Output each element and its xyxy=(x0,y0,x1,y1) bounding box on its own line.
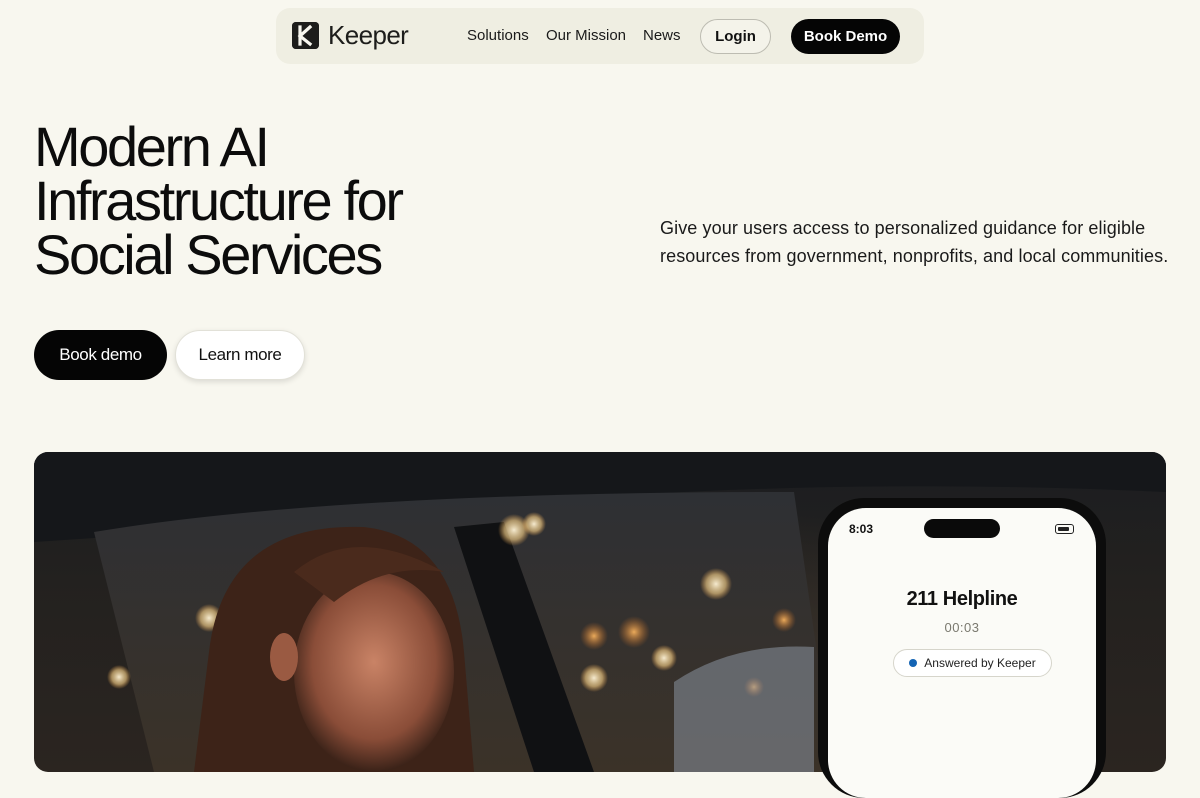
hero-title-line-1: Modern AI xyxy=(34,115,270,178)
phone-screen: 8:03 211 Helpline 00:03 Answered by Keep… xyxy=(828,508,1096,798)
status-dot-icon xyxy=(909,659,918,667)
nav-link-news[interactable]: News xyxy=(643,27,681,45)
login-button[interactable]: Login xyxy=(700,19,771,54)
nav-link-our-mission[interactable]: Our Mission xyxy=(546,27,626,45)
top-nav: Keeper Solutions Our Mission News Login … xyxy=(276,8,924,64)
call-title: 211 Helpline xyxy=(906,588,1018,610)
call-timer: 00:03 xyxy=(944,620,980,635)
hero-subtitle: Give your users access to personalized g… xyxy=(660,218,1169,266)
battery-icon xyxy=(1055,524,1074,534)
hero-title-line-2: Infrastructure for xyxy=(34,169,404,232)
nav-link-solutions[interactable]: Solutions xyxy=(467,27,529,45)
logo[interactable]: Keeper xyxy=(292,20,409,50)
book-demo-button[interactable]: Book demo xyxy=(34,330,167,380)
hero-title-line-3: Social Services xyxy=(34,223,383,286)
phone-mockup: 8:03 211 Helpline 00:03 Answered by Keep… xyxy=(818,498,1106,798)
keeper-logo-icon xyxy=(292,22,319,49)
dynamic-island xyxy=(924,519,1000,538)
hero-title: Modern AI Infrastructure for Social Serv… xyxy=(34,115,594,286)
status-badge: Answered by Keeper xyxy=(893,649,1052,677)
learn-more-button[interactable]: Learn more xyxy=(175,330,305,380)
logo-text: Keeper xyxy=(328,20,409,50)
status-time: 8:03 xyxy=(849,522,874,536)
book-demo-nav-button[interactable]: Book Demo xyxy=(791,19,900,54)
status-badge-label: Answered by Keeper xyxy=(924,656,1036,670)
